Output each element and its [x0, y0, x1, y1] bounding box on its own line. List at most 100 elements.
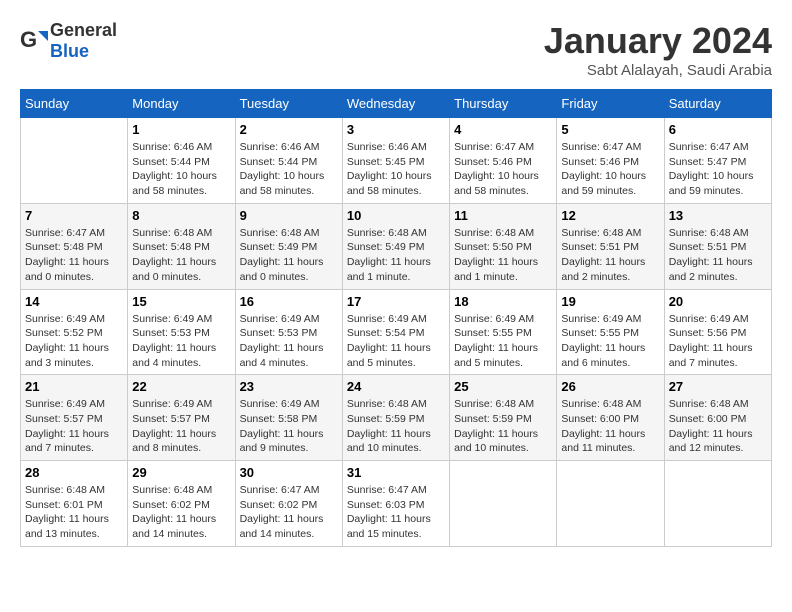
- logo-name: General Blue: [50, 20, 117, 62]
- cell-content: Sunrise: 6:48 AMSunset: 5:51 PMDaylight:…: [561, 226, 659, 285]
- calendar-cell: 16Sunrise: 6:49 AMSunset: 5:53 PMDayligh…: [235, 289, 342, 375]
- svg-text:G: G: [20, 27, 37, 52]
- day-number: 24: [347, 379, 445, 394]
- day-number: 15: [132, 294, 230, 309]
- day-number: 3: [347, 122, 445, 137]
- calendar-cell: 22 Sunrise: 6:49 AMSunset: 5:57 PMDayligh…: [128, 375, 235, 461]
- calendar-cell: 15 Sunrise: 6:49 AMSunset: 5:53 PMDayligh…: [128, 289, 235, 375]
- calendar-cell: 21 Sunrise: 6:49 AMSunset: 5:57 PMDayligh…: [21, 375, 128, 461]
- cell-content: Sunrise: 6:47 AMSunset: 6:03 PMDaylight:…: [347, 483, 445, 542]
- page-header: G General Blue January 2024 Sabt Alalaya…: [20, 20, 772, 79]
- day-number: 25: [454, 379, 552, 394]
- day-number: 26: [561, 379, 659, 394]
- calendar-cell: 14Sunrise: 6:49 AMSunset: 5:52 PMDayligh…: [21, 289, 128, 375]
- cell-content: Sunrise: 6:49 AMSunset: 5:53 PMDaylight:…: [240, 312, 338, 371]
- cell-content: Sunrise: 6:47 AMSunset: 5:46 PMDaylight:…: [454, 140, 552, 199]
- day-number: 9: [240, 208, 338, 223]
- calendar-cell: 19Sunrise: 6:49 AMSunset: 5:55 PMDayligh…: [557, 289, 664, 375]
- day-number: 29: [132, 465, 230, 480]
- calendar-cell: [450, 461, 557, 547]
- day-number: 8: [132, 208, 230, 223]
- calendar-cell: 11Sunrise: 6:48 AMSunset: 5:50 PMDayligh…: [450, 203, 557, 289]
- calendar-cell: 23Sunrise: 6:49 AMSunset: 5:58 PMDayligh…: [235, 375, 342, 461]
- day-number: 21: [25, 379, 123, 394]
- calendar-cell: 17 Sunrise: 6:49 AMSunset: 5:54 PMDayligh…: [342, 289, 449, 375]
- logo-icon: G: [20, 27, 48, 55]
- calendar-cell: 24 Sunrise: 6:48 AMSunset: 5:59 PMDayligh…: [342, 375, 449, 461]
- weekday-header: Thursday: [450, 90, 557, 118]
- day-number: 18: [454, 294, 552, 309]
- cell-content: Sunrise: 6:47 AMSunset: 5:46 PMDaylight:…: [561, 140, 659, 199]
- cell-content: Sunrise: 6:49 AMSunset: 5:56 PMDaylight:…: [669, 312, 767, 371]
- cell-content: Sunrise: 6:47 AMSunset: 6:02 PMDaylight:…: [240, 483, 338, 542]
- weekday-header: Friday: [557, 90, 664, 118]
- day-number: 12: [561, 208, 659, 223]
- weekday-header: Tuesday: [235, 90, 342, 118]
- day-number: 31: [347, 465, 445, 480]
- calendar-cell: [21, 118, 128, 204]
- cell-content: Sunrise: 6:49 AMSunset: 5:55 PMDaylight:…: [561, 312, 659, 371]
- calendar-cell: 3 Sunrise: 6:46 AMSunset: 5:45 PMDaylight…: [342, 118, 449, 204]
- day-number: 4: [454, 122, 552, 137]
- cell-content: Sunrise: 6:46 AMSunset: 5:44 PMDaylight:…: [240, 140, 338, 199]
- day-number: 22: [132, 379, 230, 394]
- day-number: 13: [669, 208, 767, 223]
- day-number: 20: [669, 294, 767, 309]
- calendar-table: SundayMondayTuesdayWednesdayThursdayFrid…: [20, 89, 772, 547]
- calendar-week-row: 21 Sunrise: 6:49 AMSunset: 5:57 PMDayligh…: [21, 375, 772, 461]
- calendar-body: 1 Sunrise: 6:46 AMSunset: 5:44 PMDaylight…: [21, 118, 772, 547]
- weekday-header: Sunday: [21, 90, 128, 118]
- day-number: 14: [25, 294, 123, 309]
- cell-content: Sunrise: 6:47 AMSunset: 5:48 PMDaylight:…: [25, 226, 123, 285]
- calendar-cell: 9Sunrise: 6:48 AMSunset: 5:49 PMDaylight…: [235, 203, 342, 289]
- header-row: SundayMondayTuesdayWednesdayThursdayFrid…: [21, 90, 772, 118]
- calendar-week-row: 1 Sunrise: 6:46 AMSunset: 5:44 PMDaylight…: [21, 118, 772, 204]
- cell-content: Sunrise: 6:49 AMSunset: 5:55 PMDaylight:…: [454, 312, 552, 371]
- day-number: 30: [240, 465, 338, 480]
- cell-content: Sunrise: 6:48 AMSunset: 6:01 PMDaylight:…: [25, 483, 123, 542]
- cell-content: Sunrise: 6:48 AMSunset: 5:48 PMDaylight:…: [132, 226, 230, 285]
- calendar-header: SundayMondayTuesdayWednesdayThursdayFrid…: [21, 90, 772, 118]
- cell-content: Sunrise: 6:46 AMSunset: 5:44 PMDaylight:…: [132, 140, 230, 199]
- logo: G General Blue: [20, 20, 117, 62]
- month-title: January 2024: [544, 20, 772, 62]
- day-number: 5: [561, 122, 659, 137]
- cell-content: Sunrise: 6:49 AMSunset: 5:53 PMDaylight:…: [132, 312, 230, 371]
- cell-content: Sunrise: 6:49 AMSunset: 5:54 PMDaylight:…: [347, 312, 445, 371]
- calendar-cell: 8 Sunrise: 6:48 AMSunset: 5:48 PMDaylight…: [128, 203, 235, 289]
- cell-content: Sunrise: 6:48 AMSunset: 6:02 PMDaylight:…: [132, 483, 230, 542]
- calendar-cell: 7 Sunrise: 6:47 AMSunset: 5:48 PMDaylight…: [21, 203, 128, 289]
- cell-content: Sunrise: 6:48 AMSunset: 5:59 PMDaylight:…: [454, 397, 552, 456]
- cell-content: Sunrise: 6:48 AMSunset: 6:00 PMDaylight:…: [561, 397, 659, 456]
- calendar-cell: 10Sunrise: 6:48 AMSunset: 5:49 PMDayligh…: [342, 203, 449, 289]
- day-number: 17: [347, 294, 445, 309]
- calendar-cell: 28 Sunrise: 6:48 AMSunset: 6:01 PMDayligh…: [21, 461, 128, 547]
- day-number: 1: [132, 122, 230, 137]
- cell-content: Sunrise: 6:48 AMSunset: 6:00 PMDaylight:…: [669, 397, 767, 456]
- cell-content: Sunrise: 6:48 AMSunset: 5:59 PMDaylight:…: [347, 397, 445, 456]
- calendar-cell: 13 Sunrise: 6:48 AMSunset: 5:51 PMDayligh…: [664, 203, 771, 289]
- calendar-cell: 2 Sunrise: 6:46 AMSunset: 5:44 PMDaylight…: [235, 118, 342, 204]
- cell-content: Sunrise: 6:46 AMSunset: 5:45 PMDaylight:…: [347, 140, 445, 199]
- calendar-cell: 26 Sunrise: 6:48 AMSunset: 6:00 PMDayligh…: [557, 375, 664, 461]
- day-number: 27: [669, 379, 767, 394]
- calendar-cell: 4 Sunrise: 6:47 AMSunset: 5:46 PMDaylight…: [450, 118, 557, 204]
- calendar-cell: 30 Sunrise: 6:47 AMSunset: 6:02 PMDayligh…: [235, 461, 342, 547]
- cell-content: Sunrise: 6:48 AMSunset: 5:51 PMDaylight:…: [669, 226, 767, 285]
- calendar-week-row: 7 Sunrise: 6:47 AMSunset: 5:48 PMDaylight…: [21, 203, 772, 289]
- calendar-cell: 25 Sunrise: 6:48 AMSunset: 5:59 PMDayligh…: [450, 375, 557, 461]
- calendar-week-row: 28 Sunrise: 6:48 AMSunset: 6:01 PMDayligh…: [21, 461, 772, 547]
- calendar-cell: 20 Sunrise: 6:49 AMSunset: 5:56 PMDayligh…: [664, 289, 771, 375]
- day-number: 2: [240, 122, 338, 137]
- calendar-cell: 6 Sunrise: 6:47 AMSunset: 5:47 PMDaylight…: [664, 118, 771, 204]
- cell-content: Sunrise: 6:49 AMSunset: 5:58 PMDaylight:…: [240, 397, 338, 456]
- calendar-cell: 31 Sunrise: 6:47 AMSunset: 6:03 PMDayligh…: [342, 461, 449, 547]
- cell-content: Sunrise: 6:47 AMSunset: 5:47 PMDaylight:…: [669, 140, 767, 199]
- day-number: 6: [669, 122, 767, 137]
- day-number: 28: [25, 465, 123, 480]
- cell-content: Sunrise: 6:48 AMSunset: 5:49 PMDaylight:…: [347, 226, 445, 285]
- day-number: 7: [25, 208, 123, 223]
- calendar-cell: [664, 461, 771, 547]
- cell-content: Sunrise: 6:49 AMSunset: 5:57 PMDaylight:…: [132, 397, 230, 456]
- cell-content: Sunrise: 6:49 AMSunset: 5:57 PMDaylight:…: [25, 397, 123, 456]
